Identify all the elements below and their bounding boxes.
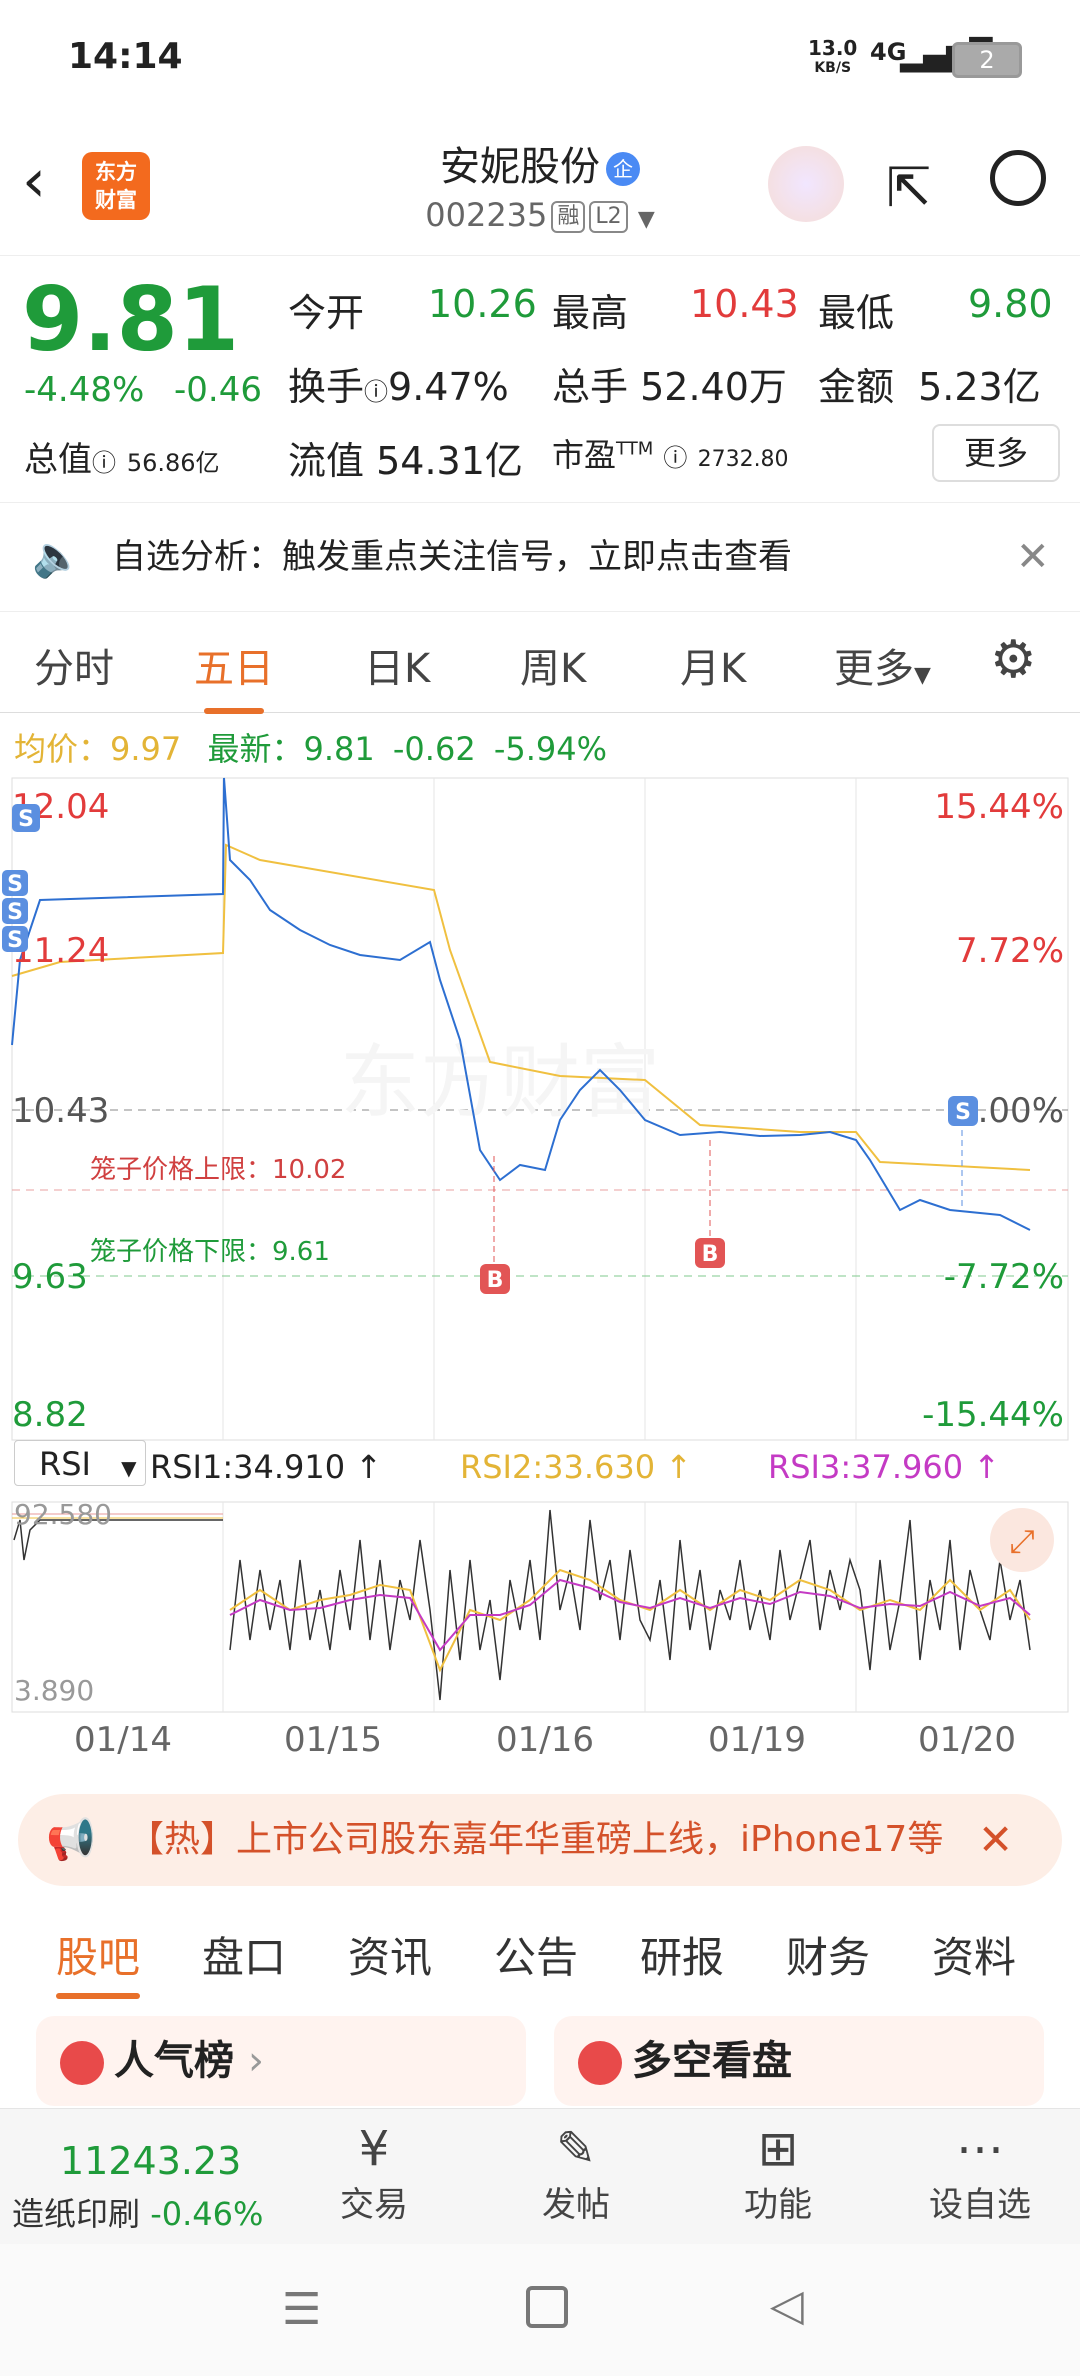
y-right-0: 15.44% (934, 787, 1064, 827)
marker-s-1-text: S (18, 807, 34, 832)
tab-more[interactable]: 更多▼ (834, 636, 931, 694)
close-icon[interactable]: ✕ (1016, 503, 1050, 611)
volume: 总手 52.40万 (552, 365, 787, 409)
trade-button[interactable]: ¥ 交易 (294, 2121, 454, 2226)
open-value: 10.26 (428, 282, 537, 326)
index-value[interactable]: 11243.23 (60, 2139, 241, 2183)
speaker-icon: 🔈 (32, 534, 82, 580)
function-button[interactable]: ⊞ 功能 (698, 2121, 858, 2226)
status-bar: 14:14 13.0 KB/S 4G ▂▄▆█ 2 (0, 0, 1080, 115)
amount: 金额 5.23亿 (818, 365, 1041, 409)
banner-text: 【热】上市公司股东嘉年华重磅上线，iPhone17等 (128, 1819, 944, 1860)
y-left-4: 8.82 (12, 1395, 88, 1435)
current-price: 9.81 (22, 268, 240, 371)
float-mcap: 流值 54.31亿 (288, 439, 523, 483)
price-chart[interactable]: 东方财富 12.04 11.24 10.43 9.63 8.82 15.44% … (0, 770, 1080, 1450)
menu-icon[interactable]: ☰ (282, 2284, 321, 2335)
battery-icon: 2 (952, 42, 1022, 78)
tab-news[interactable]: 资讯 (348, 1924, 432, 1985)
rsi3-value: RSI3:37.960 ↑ (768, 1448, 1001, 1486)
edit-icon: ✎ (555, 2121, 597, 2177)
rsi-chart[interactable]: 92.580 3.890 ⤢ (0, 1500, 1080, 1716)
bottom-nav: 11243.23 造纸印刷 -0.46% ¥ 交易 ✎ 发帖 ⊞ 功能 ⋯ 设自选 (0, 2108, 1080, 2245)
tab-weekly-k[interactable]: 周K (520, 636, 586, 694)
turnover: 换手ⓘ9.47% (288, 365, 509, 409)
status-time: 14:14 (68, 36, 183, 77)
hot-banner[interactable]: 📢 【热】上市公司股东嘉年华重磅上线，iPhone17等 ✕ (18, 1794, 1062, 1886)
content-tabs: 股吧 盘口 资讯 公告 研报 财务 资料 (0, 1904, 1080, 2004)
net-speed: 13.0 KB/S (808, 36, 858, 76)
price-pct: -4.48% (24, 370, 145, 410)
marker-b-1-text: B (487, 1268, 504, 1293)
settings-icon[interactable]: ⚙ (990, 630, 1037, 690)
tab-finance[interactable]: 财务 (786, 1924, 870, 1985)
index-name[interactable]: 造纸印刷 -0.46% (12, 2189, 263, 2235)
post-button[interactable]: ✎ 发帖 (496, 2121, 656, 2226)
marker-s-5-text: S (955, 1100, 971, 1125)
y-right-4: -15.44% (922, 1395, 1064, 1435)
tab-guba[interactable]: 股吧 (56, 1924, 141, 1999)
yen-icon: ¥ (358, 2121, 390, 2177)
date-0120: 01/20 (918, 1720, 1016, 1760)
open-label: 今开 (288, 291, 365, 335)
y-right-1: 7.72% (956, 931, 1064, 971)
ranking-icon (60, 2041, 104, 2085)
more-button[interactable]: 更多 (932, 424, 1060, 482)
marker-b-2-text: B (702, 1242, 719, 1267)
home-icon[interactable] (526, 2286, 568, 2328)
date-0115: 01/15 (284, 1720, 382, 1760)
marker-s-2-text: S (7, 872, 23, 897)
price-chg: -0.46 (174, 370, 262, 410)
tab-announcements[interactable]: 公告 (494, 1924, 578, 1985)
high-value: 10.43 (690, 282, 799, 326)
date-0116: 01/16 (496, 1720, 594, 1760)
assistant-avatar-icon[interactable] (768, 146, 844, 222)
tab-daily-k[interactable]: 日K (364, 636, 430, 694)
notice-bar[interactable]: 🔈 自选分析：触发重点关注信号，立即点击查看 ✕ (0, 502, 1080, 612)
low-value: 9.80 (968, 282, 1053, 326)
pe-ratio: 市盈TTM ⓘ 2732.80 (552, 436, 789, 474)
stock-header: ‹ 东方 财富 安妮股份企 002235 融 L2 ▼ ⇱ (0, 120, 1080, 256)
megaphone-icon: 📢 (46, 1817, 96, 1863)
notice-text: 自选分析：触发重点关注信号，立即点击查看 (112, 537, 792, 577)
search-icon[interactable] (990, 150, 1046, 206)
rsi-select[interactable]: RSI ▼ (14, 1440, 146, 1486)
tab-monthly-k[interactable]: 月K (680, 636, 746, 694)
back-nav-icon[interactable]: ◁ (770, 2280, 804, 2331)
date-0114: 01/14 (74, 1720, 172, 1760)
add-watch-button[interactable]: ⋯ 设自选 (900, 2121, 1060, 2226)
tab-five-day[interactable]: 五日 (194, 636, 274, 714)
rsi1-value: RSI1:34.910 ↑ (150, 1448, 383, 1486)
tab-pankou[interactable]: 盘口 (202, 1924, 286, 1985)
grid-icon: ⊞ (757, 2121, 799, 2177)
chart-tabs: 分时 五日 日K 周K 月K 更多▼ ⚙ (0, 612, 1080, 714)
tab-profile[interactable]: 资料 (932, 1924, 1016, 1985)
vs-icon (578, 2041, 622, 2085)
system-nav: ☰ ◁ (0, 2244, 1080, 2376)
date-0119: 01/19 (708, 1720, 806, 1760)
y-right-3: -7.72% (944, 1257, 1064, 1297)
rsi-bottom: 3.890 (14, 1674, 94, 1707)
more-circle-icon: ⋯ (956, 2121, 1004, 2177)
lower-limit-label: 笼子价格下限：9.61 (90, 1237, 330, 1267)
high-label: 最高 (552, 291, 629, 335)
chart-legend: 均价：9.97 最新：9.81 -0.62 -5.94% (14, 730, 608, 768)
rsi2-value: RSI2:33.630 ↑ (460, 1448, 693, 1486)
upper-limit-label: 笼子价格上限：10.02 (90, 1155, 346, 1185)
y-left-3: 9.63 (12, 1257, 88, 1297)
marker-s-4-text: S (7, 928, 23, 953)
share-icon[interactable]: ⇱ (886, 156, 931, 219)
marker-s-3-text: S (7, 900, 23, 925)
tab-research[interactable]: 研报 (640, 1924, 724, 1985)
popularity-card[interactable]: 人气榜 › (36, 2016, 526, 2106)
low-label: 最低 (818, 291, 895, 335)
rsi-top: 92.580 (14, 1500, 112, 1531)
tab-intraday[interactable]: 分时 (34, 636, 114, 694)
svg-text:⤢: ⤢ (1009, 1522, 1035, 1560)
y-left-2: 10.43 (12, 1091, 109, 1131)
enterprise-badge: 企 (606, 152, 640, 186)
mcap-label: 总值ⓘ 56.86亿 (24, 440, 220, 480)
banner-close-icon[interactable]: ✕ (978, 1794, 1013, 1886)
long-short-card[interactable]: 多空看盘 (554, 2016, 1044, 2106)
